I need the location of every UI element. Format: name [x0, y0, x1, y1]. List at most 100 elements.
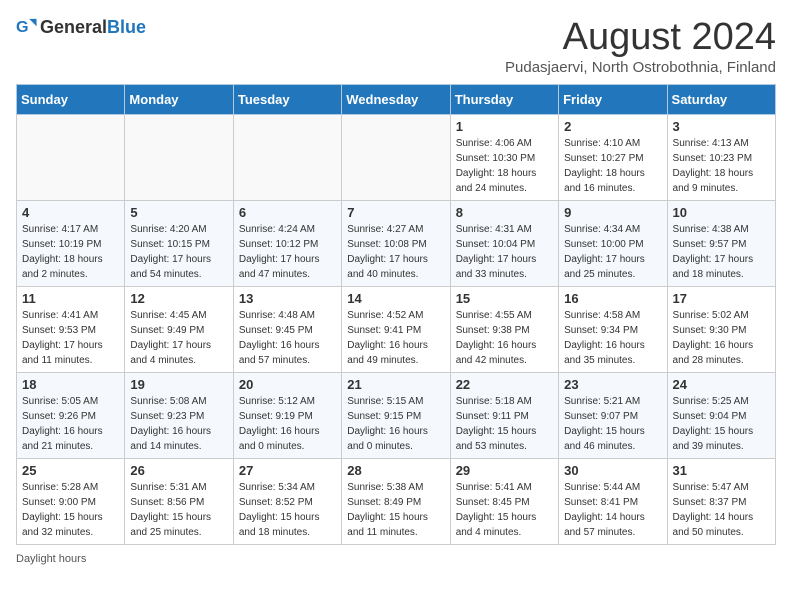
logo: G GeneralBlue: [16, 16, 146, 38]
day-number: 24: [673, 377, 770, 392]
day-number: 2: [564, 119, 661, 134]
calendar-body: 1Sunrise: 4:06 AM Sunset: 10:30 PM Dayli…: [17, 115, 776, 545]
day-cell: 1Sunrise: 4:06 AM Sunset: 10:30 PM Dayli…: [450, 115, 558, 201]
day-cell: 6Sunrise: 4:24 AM Sunset: 10:12 PM Dayli…: [233, 201, 341, 287]
day-number: 13: [239, 291, 336, 306]
day-cell: 30 Sunrise: 5:44 AM Sunset: 8:41 PM Dayli…: [559, 459, 667, 545]
day-info: Sunrise: 5:34 AM Sunset: 8:52 PM Dayligh…: [239, 480, 336, 540]
day-info: Sunrise: 4:17 AM Sunset: 10:19 PM Daylig…: [22, 222, 119, 282]
day-cell: 10 Sunrise: 4:38 AM Sunset: 9:57 PM Dayli…: [667, 201, 775, 287]
column-header-monday: Monday: [125, 85, 233, 115]
day-cell: 16 Sunrise: 4:58 AM Sunset: 9:34 PM Dayli…: [559, 287, 667, 373]
day-number: 15: [456, 291, 553, 306]
week-row-1: 1Sunrise: 4:06 AM Sunset: 10:30 PM Dayli…: [17, 115, 776, 201]
day-number: 26: [130, 463, 227, 478]
day-cell: 18Sunrise: 5:05 AM Sunset: 9:26 PM Dayli…: [17, 373, 125, 459]
subtitle: Pudasjaervi, North Ostrobothnia, Finland: [505, 59, 776, 76]
day-info: Sunrise: 5:15 AM Sunset: 9:15 PM Dayligh…: [347, 394, 444, 454]
day-cell: [233, 115, 341, 201]
day-info: Sunrise: 4:10 AM Sunset: 10:27 PM Daylig…: [564, 136, 661, 196]
week-row-4: 18Sunrise: 5:05 AM Sunset: 9:26 PM Dayli…: [17, 373, 776, 459]
day-cell: 7 Sunrise: 4:27 AM Sunset: 10:08 PM Dayli…: [342, 201, 450, 287]
week-row-2: 4 Sunrise: 4:17 AM Sunset: 10:19 PM Dayli…: [17, 201, 776, 287]
day-number: 3: [673, 119, 770, 134]
header-row: SundayMondayTuesdayWednesdayThursdayFrid…: [17, 85, 776, 115]
day-number: 21: [347, 377, 444, 392]
day-info: Sunrise: 4:38 AM Sunset: 9:57 PM Dayligh…: [673, 222, 770, 282]
day-cell: 9 Sunrise: 4:34 AM Sunset: 10:00 PM Dayli…: [559, 201, 667, 287]
day-cell: 29 Sunrise: 5:41 AM Sunset: 8:45 PM Dayli…: [450, 459, 558, 545]
column-header-thursday: Thursday: [450, 85, 558, 115]
day-info: Sunrise: 5:28 AM Sunset: 9:00 PM Dayligh…: [22, 480, 119, 540]
day-number: 12: [130, 291, 227, 306]
day-info: Sunrise: 4:58 AM Sunset: 9:34 PM Dayligh…: [564, 308, 661, 368]
day-cell: 26 Sunrise: 5:31 AM Sunset: 8:56 PM Dayli…: [125, 459, 233, 545]
day-number: 22: [456, 377, 553, 392]
week-row-3: 11 Sunrise: 4:41 AM Sunset: 9:53 PM Dayli…: [17, 287, 776, 373]
header: G GeneralBlue August 2024 Pudasjaervi, N…: [16, 16, 776, 76]
day-number: 7: [347, 205, 444, 220]
day-cell: 21 Sunrise: 5:15 AM Sunset: 9:15 PM Dayli…: [342, 373, 450, 459]
main-title: August 2024: [505, 16, 776, 59]
day-info: Sunrise: 4:20 AM Sunset: 10:15 PM Daylig…: [130, 222, 227, 282]
column-header-saturday: Saturday: [667, 85, 775, 115]
day-number: 8: [456, 205, 553, 220]
day-number: 30: [564, 463, 661, 478]
day-cell: [342, 115, 450, 201]
day-info: Sunrise: 4:06 AM Sunset: 10:30 PM Daylig…: [456, 136, 553, 196]
day-info: Sunrise: 4:34 AM Sunset: 10:00 PM Daylig…: [564, 222, 661, 282]
day-info: Sunrise: 5:41 AM Sunset: 8:45 PM Dayligh…: [456, 480, 553, 540]
day-number: 27: [239, 463, 336, 478]
column-header-tuesday: Tuesday: [233, 85, 341, 115]
day-number: 18: [22, 377, 119, 392]
daylight-label: Daylight hours: [16, 553, 86, 565]
day-cell: 13Sunrise: 4:48 AM Sunset: 9:45 PM Dayli…: [233, 287, 341, 373]
day-cell: 20Sunrise: 5:12 AM Sunset: 9:19 PM Dayli…: [233, 373, 341, 459]
day-info: Sunrise: 5:21 AM Sunset: 9:07 PM Dayligh…: [564, 394, 661, 454]
day-number: 16: [564, 291, 661, 306]
day-cell: 19Sunrise: 5:08 AM Sunset: 9:23 PM Dayli…: [125, 373, 233, 459]
day-cell: 28 Sunrise: 5:38 AM Sunset: 8:49 PM Dayli…: [342, 459, 450, 545]
week-row-5: 25 Sunrise: 5:28 AM Sunset: 9:00 PM Dayli…: [17, 459, 776, 545]
day-number: 4: [22, 205, 119, 220]
day-cell: 17 Sunrise: 5:02 AM Sunset: 9:30 PM Dayli…: [667, 287, 775, 373]
day-info: Sunrise: 4:31 AM Sunset: 10:04 PM Daylig…: [456, 222, 553, 282]
day-info: Sunrise: 5:08 AM Sunset: 9:23 PM Dayligh…: [130, 394, 227, 454]
day-info: Sunrise: 5:38 AM Sunset: 8:49 PM Dayligh…: [347, 480, 444, 540]
day-cell: [125, 115, 233, 201]
day-cell: 2 Sunrise: 4:10 AM Sunset: 10:27 PM Dayli…: [559, 115, 667, 201]
column-header-friday: Friday: [559, 85, 667, 115]
day-info: Sunrise: 5:18 AM Sunset: 9:11 PM Dayligh…: [456, 394, 553, 454]
day-number: 5: [130, 205, 227, 220]
day-number: 31: [673, 463, 770, 478]
day-number: 29: [456, 463, 553, 478]
day-cell: 24Sunrise: 5:25 AM Sunset: 9:04 PM Dayli…: [667, 373, 775, 459]
svg-text:G: G: [16, 18, 29, 36]
day-number: 10: [673, 205, 770, 220]
day-info: Sunrise: 4:52 AM Sunset: 9:41 PM Dayligh…: [347, 308, 444, 368]
day-cell: [17, 115, 125, 201]
day-info: Sunrise: 4:27 AM Sunset: 10:08 PM Daylig…: [347, 222, 444, 282]
day-number: 28: [347, 463, 444, 478]
day-number: 25: [22, 463, 119, 478]
day-cell: 31 Sunrise: 5:47 AM Sunset: 8:37 PM Dayli…: [667, 459, 775, 545]
day-info: Sunrise: 4:55 AM Sunset: 9:38 PM Dayligh…: [456, 308, 553, 368]
day-cell: 3Sunrise: 4:13 AM Sunset: 10:23 PM Dayli…: [667, 115, 775, 201]
day-number: 14: [347, 291, 444, 306]
day-number: 9: [564, 205, 661, 220]
day-number: 20: [239, 377, 336, 392]
logo-icon: G: [16, 16, 38, 38]
day-info: Sunrise: 5:47 AM Sunset: 8:37 PM Dayligh…: [673, 480, 770, 540]
day-info: Sunrise: 4:41 AM Sunset: 9:53 PM Dayligh…: [22, 308, 119, 368]
day-info: Sunrise: 5:02 AM Sunset: 9:30 PM Dayligh…: [673, 308, 770, 368]
title-section: August 2024 Pudasjaervi, North Ostroboth…: [505, 16, 776, 76]
day-cell: 27 Sunrise: 5:34 AM Sunset: 8:52 PM Dayli…: [233, 459, 341, 545]
day-info: Sunrise: 4:45 AM Sunset: 9:49 PM Dayligh…: [130, 308, 227, 368]
day-info: Sunrise: 5:31 AM Sunset: 8:56 PM Dayligh…: [130, 480, 227, 540]
day-number: 11: [22, 291, 119, 306]
day-info: Sunrise: 5:44 AM Sunset: 8:41 PM Dayligh…: [564, 480, 661, 540]
day-number: 17: [673, 291, 770, 306]
day-cell: 11 Sunrise: 4:41 AM Sunset: 9:53 PM Dayli…: [17, 287, 125, 373]
day-cell: 5 Sunrise: 4:20 AM Sunset: 10:15 PM Dayli…: [125, 201, 233, 287]
column-header-sunday: Sunday: [17, 85, 125, 115]
